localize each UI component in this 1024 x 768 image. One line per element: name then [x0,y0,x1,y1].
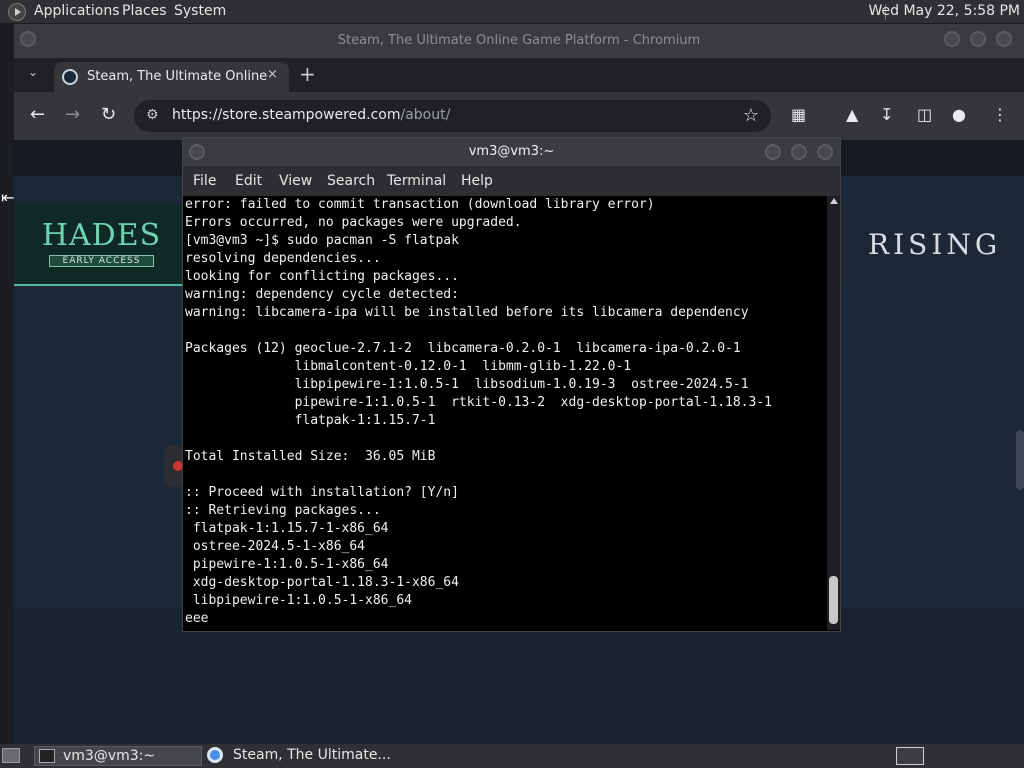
profile-avatar-icon[interactable]: ● [952,105,966,124]
browser-window-title: Steam, The Ultimate Online Game Platform… [337,33,701,48]
tab-label: Steam, The Ultimate Online [87,69,267,84]
terminal-menu-help[interactable]: Help [461,173,493,189]
browser-toolbar: ← → ↻ ⚙ https://store.steampowered.com/a… [14,92,1024,140]
terminal-close-button[interactable] [817,144,833,160]
address-bar[interactable]: ⚙ https://store.steampowered.com/about/ … [134,100,771,132]
chromium-icon [207,747,223,763]
maximize-button[interactable] [970,31,986,47]
tab-close-icon[interactable]: × [267,67,278,82]
terminal-line: error: failed to commit transaction (dow… [185,197,655,212]
terminal-line: :: Proceed with installation? [Y/n] [185,485,459,500]
hades-banner[interactable]: HADES EARLY ACCESS [14,204,189,286]
terminal-line: flatpak-1:1.15.7-1 [185,413,436,428]
terminal-line: pipewire-1:1.0.5-1 rtkit-0.13-2 xdg-desk… [185,395,772,410]
terminal-maximize-button[interactable] [791,144,807,160]
terminal-line: xdg-desktop-portal-1.18.3-1-x86_64 [185,575,459,590]
bookmark-star-icon[interactable]: ☆ [743,105,759,126]
tab-strip: ⌄ Steam, The Ultimate Online × + [14,58,1024,92]
steam-favicon-icon [62,69,78,85]
menu-system[interactable]: System [174,3,226,19]
terminal-title: vm3@vm3:~ [468,144,555,159]
mouse-cursor-icon: ⇤ [1,188,15,207]
close-window-button[interactable] [996,31,1012,47]
terminal-line: warning: dependency cycle detected: [185,287,459,302]
terminal-line: libpipewire-1:1.0.5-1 libsodium-1.0.19-3… [185,377,749,392]
new-tab-button[interactable]: + [299,62,316,86]
terminal-line: pipewire-1:1.0.5-1-x86_64 [185,557,389,572]
terminal-line: eee [185,611,209,626]
terminal-output[interactable]: error: failed to commit transaction (dow… [185,196,825,630]
terminal-menu-terminal[interactable]: Terminal [387,173,446,189]
rising-banner[interactable]: RISING [840,204,1008,286]
terminal-menu-view[interactable]: View [279,173,312,189]
terminal-title-bar: vm3@vm3:~ [183,138,840,166]
menu-applications[interactable]: Applications [34,3,120,19]
terminal-line: ostree-2024.5-1-x86_64 [185,539,366,554]
terminal-scrollbar[interactable] [827,196,840,630]
window-menu-button[interactable] [20,31,36,47]
terminal-line: libmalcontent-0.12.0-1 libmm-glib-1.22.0… [185,359,632,374]
browser-title-bar: Steam, The Ultimate Online Game Platform… [14,24,1024,58]
terminal-line: libpipewire-1:1.0.5-1-x86_64 [185,593,412,608]
distro-logo-icon[interactable] [8,3,26,21]
terminal-line: Packages (12) geoclue-2.7.1-2 libcamera-… [185,341,741,356]
hades-title: HADES [41,218,162,253]
scroll-up-arrow-icon[interactable] [830,198,838,204]
terminal-menu-file[interactable]: File [193,173,216,189]
reload-icon[interactable]: ↻ [101,104,116,125]
url-host: https://store.steampowered.com [172,107,401,123]
terminal-line: flatpak-1:1.15.7-1-x86_64 [185,521,389,536]
clock[interactable]: Wed May 22, 5:58 PM [869,3,1021,19]
terminal-menu-edit[interactable]: Edit [235,173,262,189]
taskbar-item-terminal[interactable]: vm3@vm3:~ [34,746,202,766]
terminal-icon [39,749,55,763]
minimize-button[interactable] [944,31,960,47]
terminal-line: looking for conflicting packages... [185,269,459,284]
bottom-taskbar: vm3@vm3:~ Steam, The Ultimate... [0,744,1024,768]
workspace-switcher[interactable] [896,747,924,765]
url-text[interactable]: https://store.steampowered.com/about/ [172,107,450,123]
terminal-menu-search[interactable]: Search [327,173,375,189]
terminal-line: warning: libcamera-ipa will be installed… [185,305,749,320]
download-icon[interactable]: ↧ [880,105,893,124]
terminal-line: resolving dependencies... [185,251,381,266]
terminal-line: :: Retrieving packages... [185,503,381,518]
back-arrow-icon[interactable]: ← [30,104,45,125]
forward-arrow-icon[interactable]: → [65,104,80,125]
terminal-line: Total Installed Size: 36.05 MiB [185,449,436,464]
hades-subtitle: EARLY ACCESS [49,255,154,267]
labs-flask-icon[interactable]: ▲ [846,105,858,124]
taskbar-item-chromium[interactable]: Steam, The Ultimate... [205,746,405,766]
taskbar-item-label: Steam, The Ultimate... [233,747,391,763]
terminal-scroll-thumb[interactable] [829,576,838,624]
tab-steam[interactable]: Steam, The Ultimate Online × [54,62,289,92]
terminal-line: Errors occurred, no packages were upgrad… [185,215,522,230]
tab-search-chevron-icon[interactable]: ⌄ [28,65,38,79]
terminal-menubar: File Edit View Search Terminal Help [183,166,840,196]
page-scrollbar[interactable] [1016,430,1024,490]
top-panel: Applications Places System Wed May 22, 5… [0,0,1024,24]
terminal-minimize-button[interactable] [765,144,781,160]
extensions-icon[interactable]: ▦ [791,105,806,124]
url-path: /about/ [400,107,451,123]
side-panel-icon[interactable]: ◫ [917,105,932,124]
show-desktop-icon[interactable] [2,748,20,763]
terminal-line: [vm3@vm3 ~]$ sudo pacman -S flatpak [185,233,459,248]
more-menu-icon[interactable]: ⋮ [992,105,1008,124]
site-settings-icon[interactable]: ⚙ [146,107,159,123]
terminal-window-menu-button[interactable] [189,144,205,160]
taskbar-item-label: vm3@vm3:~ [63,748,156,764]
menu-places[interactable]: Places [122,3,167,19]
terminal-window: vm3@vm3:~ File Edit View Search Terminal… [182,137,841,632]
